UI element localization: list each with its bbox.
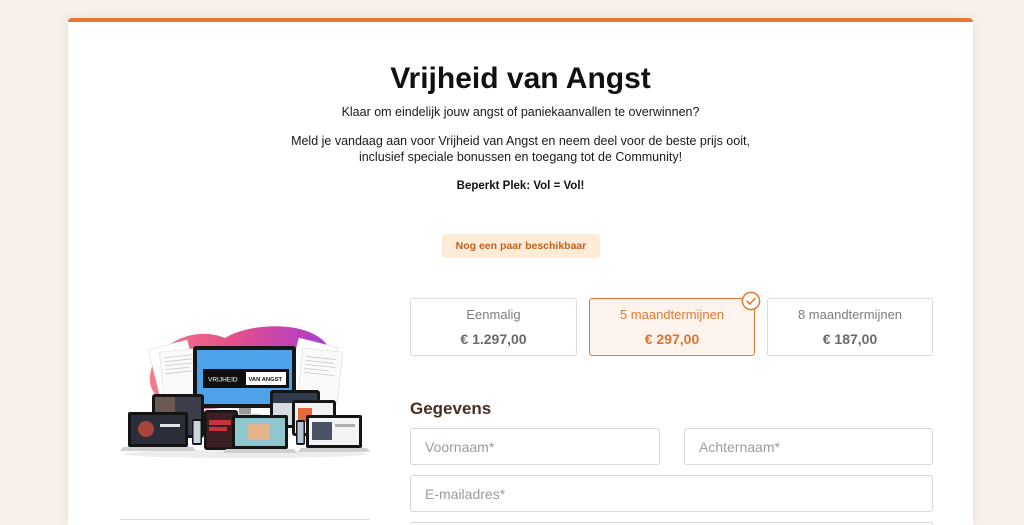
- phone-screen: [297, 422, 304, 443]
- laptop-screen-text: [335, 424, 355, 427]
- tablet-screen-banner: [209, 427, 227, 431]
- intro-text: Meld je vandaag aan voor Vrijheid van An…: [68, 133, 973, 165]
- payment-option-label: Eenmalig: [466, 307, 521, 322]
- laptop-base: [223, 449, 297, 453]
- laptop-right: [298, 415, 370, 452]
- page-title: Vrijheid van Angst: [390, 62, 651, 95]
- first-name-field[interactable]: [410, 428, 660, 465]
- last-name-field[interactable]: [684, 428, 933, 465]
- check-circle-icon: [741, 291, 761, 311]
- page-subtitle: Klaar om eindelijk jouw angst of panieka…: [341, 105, 700, 119]
- laptop-base: [120, 447, 196, 451]
- limited-spots-notice: Beperkt Plek: Vol = Vol!: [456, 180, 585, 192]
- laptop-screen-text: [160, 424, 180, 427]
- left-column-divider: [120, 519, 370, 520]
- product-mockup-image: VRIJHEID VAN ANGST: [120, 326, 370, 458]
- laptop-screen-photo: [138, 421, 154, 437]
- payment-option-label: 8 maandtermijnen: [797, 307, 903, 322]
- laptop-screen-photo: [312, 422, 332, 440]
- payment-option-eenmalig[interactable]: Eenmalig € 1.297,00: [410, 298, 577, 356]
- laptop-screen-photo: [248, 424, 270, 440]
- payment-option-price: € 187,00: [822, 331, 878, 347]
- phone-screen: [193, 421, 201, 443]
- laptop-left: [120, 412, 196, 451]
- card-accent-bar: [68, 18, 973, 22]
- availability-badge: Nog een paar beschikbaar: [442, 234, 600, 258]
- form-heading: Gegevens: [410, 399, 492, 418]
- laptop-base: [298, 448, 370, 452]
- intro-line-2: inclusief speciale bonussen en toegang t…: [358, 150, 683, 164]
- payment-option-price: € 297,00: [644, 331, 700, 347]
- intro-line-1: Meld je vandaag aan voor Vrijheid van An…: [291, 134, 750, 148]
- logo-text-right: VAN ANGST: [249, 377, 283, 383]
- laptop-center: [223, 415, 297, 453]
- tablet-screen-banner: [209, 420, 231, 425]
- email-field[interactable]: [410, 475, 933, 512]
- payment-option-label: 5 maandtermijnen: [619, 307, 725, 322]
- payment-option-5-termijnen[interactable]: 5 maandtermijnen € 297,00: [589, 291, 761, 356]
- product-mockup: VRIJHEID VAN ANGST: [120, 320, 370, 460]
- monitor-stand: [239, 408, 251, 415]
- payment-option-8-termijnen[interactable]: 8 maandtermijnen € 187,00: [767, 298, 933, 356]
- phone-left: [192, 419, 202, 445]
- payment-option-price: € 1.297,00: [460, 331, 527, 347]
- phone-right: [296, 420, 305, 445]
- checkout-card: Vrijheid van Angst Klaar om eindelijk jo…: [68, 18, 973, 525]
- logo-text-left: VRIJHEID: [208, 377, 238, 384]
